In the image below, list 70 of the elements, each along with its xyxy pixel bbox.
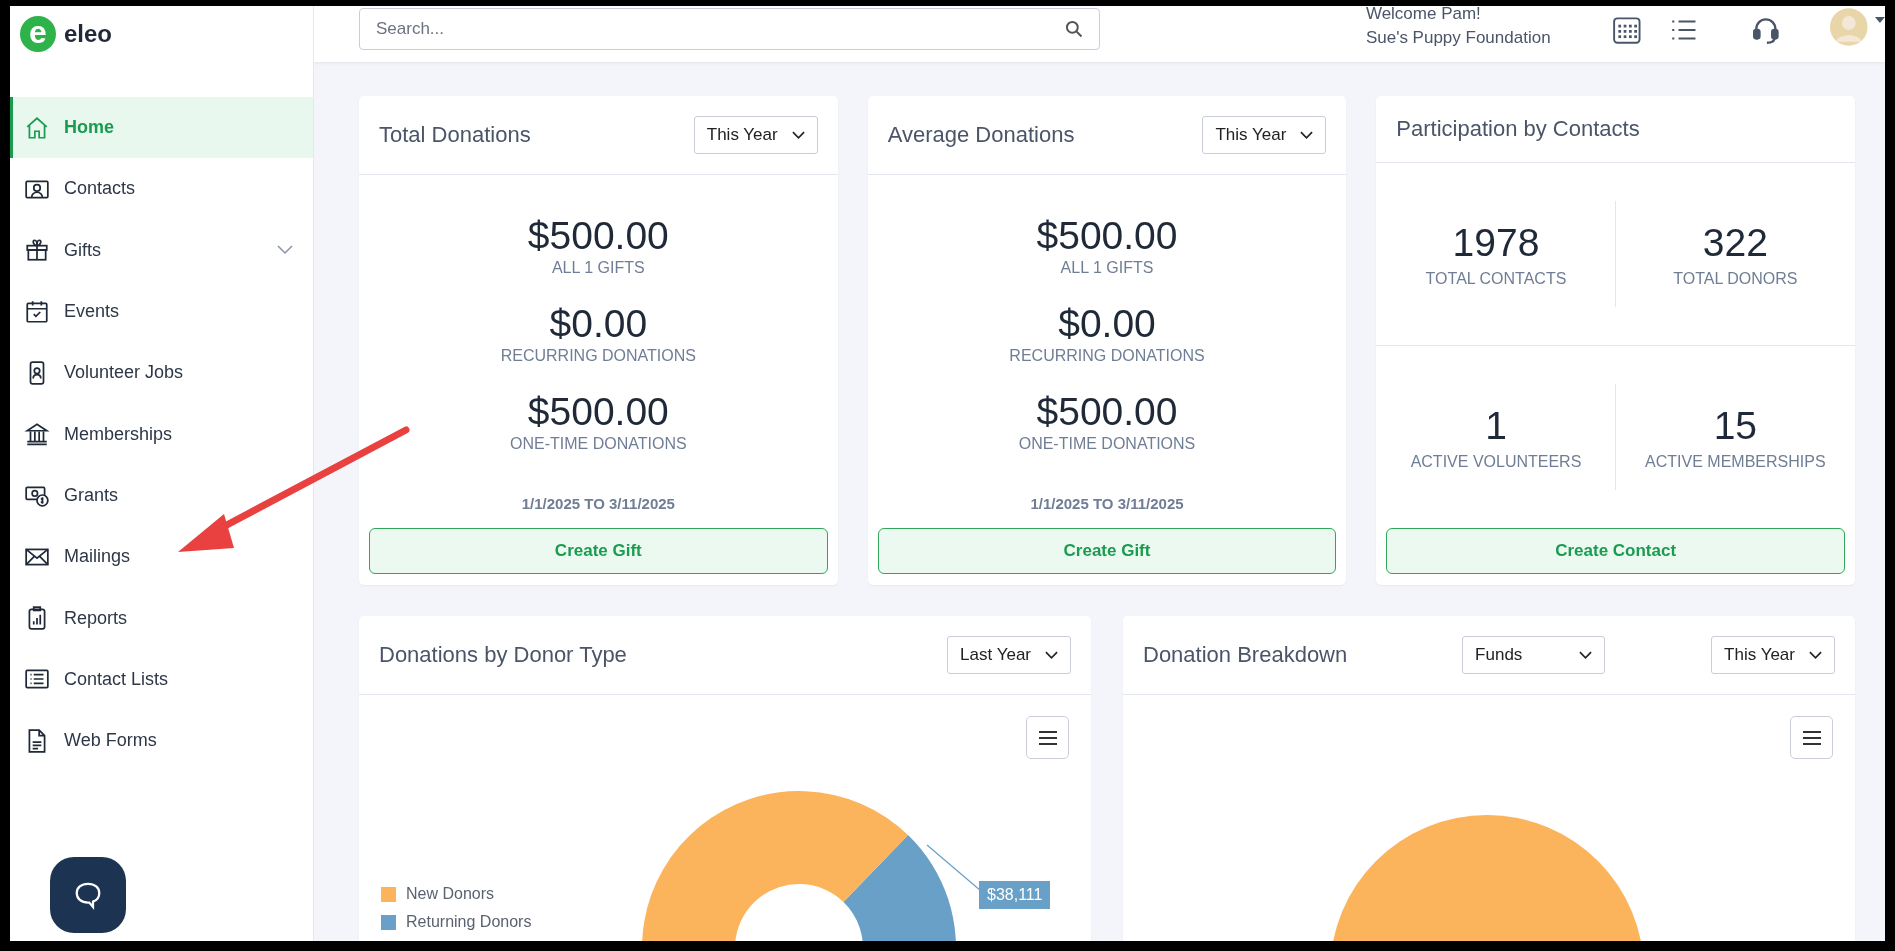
chevron-icon [791, 131, 805, 139]
bank-icon [24, 421, 50, 448]
stat-label: TOTAL DONORS [1673, 270, 1798, 288]
stat-label: ONE-TIME DONATIONS [1018, 435, 1196, 453]
legend-label[interactable]: Returning Donors [406, 913, 532, 931]
app-name: eleo [64, 20, 113, 48]
stat-label: ALL 1 GIFTS [1060, 259, 1154, 277]
stat-value: $0.00 [1058, 301, 1156, 347]
welcome-text: Welcome Pam! [1365, 6, 1482, 24]
leader-line [926, 844, 982, 892]
chat-button[interactable] [50, 857, 126, 933]
speech-bubble-icon [73, 880, 103, 910]
sidebar-item[interactable]: Web Forms [10, 709, 313, 772]
stat-label: TOTAL CONTACTS [1425, 270, 1567, 288]
sidebar-item[interactable]: Memberships [10, 403, 313, 465]
card-title: Total Donations [379, 122, 531, 148]
period-dropdown[interactable]: This Year [693, 116, 818, 154]
organization-name: Sue's Puppy Foundation [1365, 28, 1552, 48]
sidebar-item[interactable]: Contacts [10, 158, 313, 220]
chevron-icon[interactable] [277, 245, 293, 256]
chevron-icon [1809, 651, 1822, 659]
filter-dropdown[interactable]: This Year [1711, 636, 1835, 674]
sidebar-item[interactable]: Volunteer Jobs [10, 342, 313, 404]
search-field[interactable]: Search... [359, 8, 1100, 50]
sidebar-item[interactable]: Reports [10, 587, 313, 649]
stat-label: ACTIVE MEMBERSHIPS [1645, 453, 1826, 471]
sidebar-item[interactable]: Events [10, 280, 313, 343]
period-dropdown[interactable]: This Year [1202, 116, 1327, 154]
stat-label: RECURRING DONATIONS [1009, 347, 1205, 365]
stat-value: 322 [1702, 220, 1768, 266]
stat-value: $500.00 [527, 389, 669, 435]
filter-dropdown[interactable]: Funds [1462, 636, 1606, 674]
chevron-icon [1300, 131, 1314, 139]
stat-label: ALL 1 GIFTS [551, 259, 645, 277]
gift-icon [24, 237, 50, 264]
date-range: 1/1/2025 TO 3/11/2025 [1030, 495, 1184, 512]
card-title: Donations by Donor Type [379, 642, 627, 668]
chevron-icon [1045, 651, 1058, 659]
sidebar-item[interactable]: Gifts [10, 219, 313, 281]
menu-icon [1801, 729, 1822, 746]
stat-value: $0.00 [549, 301, 648, 347]
calendar-icon[interactable] [1611, 15, 1642, 45]
card-title: Average Donations [887, 122, 1075, 148]
search-icon[interactable] [1063, 19, 1084, 39]
sidebar-item[interactable]: Grants [10, 464, 313, 527]
sidebar-item[interactable]: Contact Lists [10, 648, 313, 710]
legend-label[interactable]: New Donors [406, 885, 495, 903]
chart-menu-button[interactable] [1790, 716, 1833, 759]
stat-value: 15 [1713, 403, 1757, 449]
stat-value: $500.00 [1036, 213, 1178, 259]
card-title: Donation Breakdown [1143, 642, 1348, 668]
logo-mark: e [20, 16, 56, 52]
menu-icon [1037, 729, 1058, 746]
sidebar-item[interactable]: Mailings [10, 526, 313, 588]
data-label: $38,111 [979, 881, 1051, 909]
filter-dropdown[interactable]: Last Year [947, 636, 1071, 674]
stat-value: 1 [1485, 403, 1507, 449]
chevron-icon [1579, 651, 1593, 659]
stat-label: ONE-TIME DONATIONS [510, 435, 687, 453]
stat-label: RECURRING DONATIONS [500, 347, 696, 365]
date-range: 1/1/2025 TO 3/11/2025 [521, 495, 675, 512]
stat-value: $500.00 [1036, 389, 1178, 435]
stat-value: 1978 [1452, 220, 1540, 266]
stat-label: ACTIVE VOLUNTEERS [1410, 453, 1582, 471]
calendar-icon [24, 298, 50, 325]
stat-value: $500.00 [527, 213, 669, 259]
headset-icon[interactable] [1750, 15, 1781, 45]
chart-menu-button[interactable] [1026, 716, 1069, 759]
card-title: Participation by Contacts [1396, 116, 1640, 142]
caret-icon[interactable] [1875, 17, 1885, 23]
